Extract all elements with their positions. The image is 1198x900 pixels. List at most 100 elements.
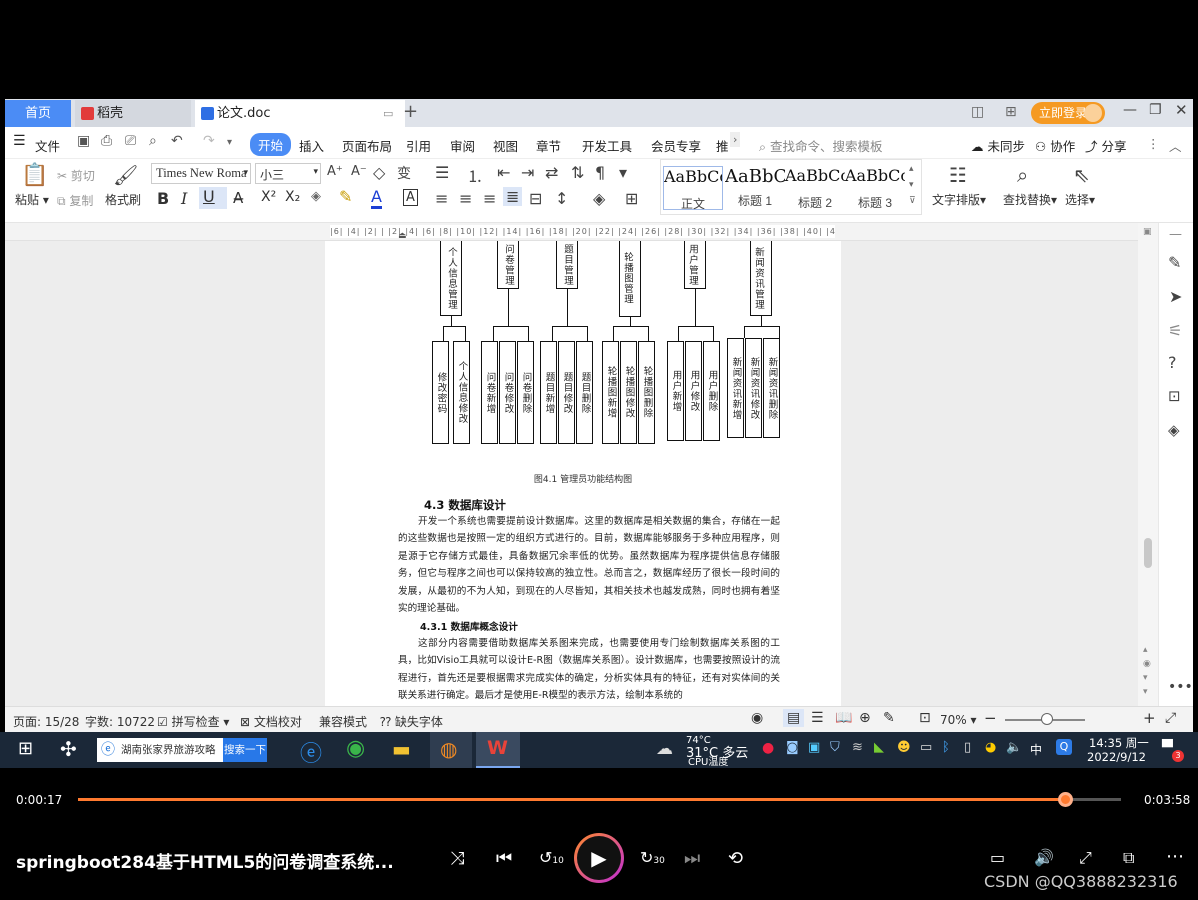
export-pdf-icon[interactable]: ⎙ [101,133,112,149]
apps-grid-icon[interactable]: ⊞ [1005,104,1017,120]
fit-page-icon[interactable]: ⊡ [919,710,931,726]
notification-icon[interactable]: ▀ [1162,740,1173,756]
tray-chrome-icon[interactable]: ◕ [985,740,996,755]
copy-button[interactable]: ⧉ 复制 [57,192,93,209]
taskbar-search-input[interactable]: ⓔ 湖南张家界旅游攻略 [97,738,223,762]
tray-security-icon[interactable]: ◙ [786,740,799,755]
menu-more[interactable]: 推 [716,136,729,155]
menu-chapter[interactable]: 章节 [536,136,561,155]
styles-scroll-up-icon[interactable]: ▴ [909,164,914,174]
play-button[interactable]: ▶ [574,833,624,883]
decrease-indent-icon[interactable]: ⇤ [497,163,510,182]
quick-access-dropdown-icon[interactable]: ▾ [227,137,232,148]
tray-q-icon[interactable]: Q [1056,739,1072,755]
login-button[interactable]: 立即登录 [1031,102,1105,124]
style-normal[interactable]: AaBbCcI 正文 [663,166,723,211]
progress-handle[interactable] [1057,792,1073,807]
paste-icon[interactable]: 📋 [21,163,48,188]
format-painter-button[interactable]: 格式刷 [105,191,141,208]
tray-qq-icon[interactable]: ☻ [897,740,911,755]
write-view-icon[interactable]: ✎ [883,710,895,726]
web-view-icon[interactable]: ⊕ [859,710,871,726]
more-options-icon[interactable]: ⋮ [1147,136,1160,151]
menu-member[interactable]: 会员专享 [651,136,701,155]
close-icon[interactable]: ✕ [1175,101,1188,119]
style-heading-2[interactable]: AaBbCc 标题 2 [785,166,845,210]
print-preview-icon[interactable]: ⌕ [149,133,157,149]
font-size-select[interactable]: 小三 ▾ [255,163,321,184]
clear-format-icon[interactable]: ◇ [373,163,385,182]
paste-button[interactable]: 粘贴 ▾ [15,191,49,208]
menu-scroll-right-icon[interactable]: › [730,132,741,147]
redo-icon[interactable]: ↷ [203,133,215,149]
360-browser-icon[interactable]: ◉ [346,736,365,761]
select-button[interactable]: 选择▾ [1065,191,1095,208]
tray-bluetooth-icon[interactable]: ᛒ [942,740,950,755]
format-painter-icon[interactable]: 🖌 [113,163,138,187]
bullets-icon[interactable]: ☰ [435,163,449,182]
show-marks-icon[interactable]: ¶ [595,163,605,182]
grow-font-icon[interactable]: A⁺ [327,164,343,179]
line-spacing-icon[interactable]: ↕ [555,189,568,208]
new-tab-icon[interactable]: + [403,101,418,122]
word-count[interactable]: 字数: 10722 [85,713,155,730]
shrink-font-icon[interactable]: A⁻ [351,164,367,179]
restore-icon[interactable]: ❐ [1149,102,1162,118]
underline-icon[interactable]: U [199,187,227,209]
loop-icon[interactable]: ⟲ [728,848,743,869]
next-icon[interactable]: ⏭ [684,848,700,869]
menu-insert[interactable]: 插入 [299,136,324,155]
doc-proofread[interactable]: ⊠ 文档校对 [240,713,302,730]
menu-references[interactable]: 引用 [406,136,431,155]
select-cursor-icon[interactable]: ⇖ [1073,163,1090,187]
menu-file[interactable]: 文件 [35,136,60,155]
text-layout-icon[interactable]: ☷ [949,163,967,187]
previous-icon[interactable]: ⏮ [496,848,512,869]
page-navigation-icon[interactable]: ▴ ◉ ▾ ▾ [1143,643,1151,699]
align-center-icon[interactable]: ≡ [459,189,472,208]
collaborate-button[interactable]: ⚇ 协作 [1035,136,1075,155]
tray-battery-icon[interactable]: ▭ [920,740,932,755]
char-spacing-icon[interactable]: ◈ [311,189,321,204]
styles-scroll-down-icon[interactable]: ▾ [909,180,914,190]
tray-defender-icon[interactable]: ⛉ [830,740,840,755]
styles-expand-icon[interactable]: ⊽ [909,196,916,206]
scroll-top-icon[interactable]: ▣ [1143,227,1152,237]
style-heading-1[interactable]: AaBbC 标题 1 [725,166,785,210]
phonetic-guide-icon[interactable]: 变 [397,163,411,183]
print-icon[interactable]: ⎚ [125,133,136,149]
tray-shield-icon[interactable]: ▣ [808,740,820,755]
edit-pen-icon[interactable]: ✎ [1168,253,1181,272]
sort-icon[interactable]: ⇅ [571,163,584,182]
italic-icon[interactable]: I [181,189,187,208]
scrollbar-thumb[interactable] [1144,538,1152,568]
minimize-icon[interactable]: — [1123,102,1137,118]
file-explorer-icon[interactable]: ▬ [392,737,411,761]
adjust-icon[interactable]: ⚟ [1168,321,1182,340]
tray-volume-icon[interactable]: 🔈 [1006,740,1022,755]
zoom-out-icon[interactable]: − [984,709,997,727]
volume-icon[interactable]: 🔊 [1034,848,1054,867]
numbering-icon[interactable]: ⒈ [467,163,483,187]
undo-icon[interactable]: ↶ [171,133,183,149]
taskbar-wps-active[interactable]: W [476,732,520,768]
clock-date[interactable]: 2022/9/12 [1087,750,1146,764]
char-border-icon[interactable]: A [403,189,418,206]
style-heading-3[interactable]: AaBbCc 标题 3 [845,166,905,210]
shuffle-icon[interactable]: ⤨ [450,848,464,869]
font-name-select[interactable]: Times New Roma ▾ [151,163,251,184]
increase-indent-icon[interactable]: ⇥ [521,163,534,182]
expand-icon[interactable]: ⤢ [1079,848,1092,868]
more-tools-icon[interactable]: ••• [1168,679,1193,695]
subscript-icon[interactable]: X₂ [285,189,300,205]
pinwheel-app-icon[interactable]: ✣ [60,737,77,761]
windows-start-icon[interactable]: ⊞ [18,738,33,759]
tab-home[interactable]: 首页 [5,100,71,127]
ime-indicator[interactable]: 中 [1030,741,1042,758]
tab-monitor-icon[interactable]: ▭ [383,100,393,127]
progress-track[interactable] [78,792,1121,807]
collapse-side-icon[interactable]: — [1169,227,1182,242]
layout-icon[interactable]: ◫ [971,104,984,120]
distributed-icon[interactable]: ⊟ [529,189,542,208]
ie-browser-icon[interactable]: ⓔ [300,736,322,768]
